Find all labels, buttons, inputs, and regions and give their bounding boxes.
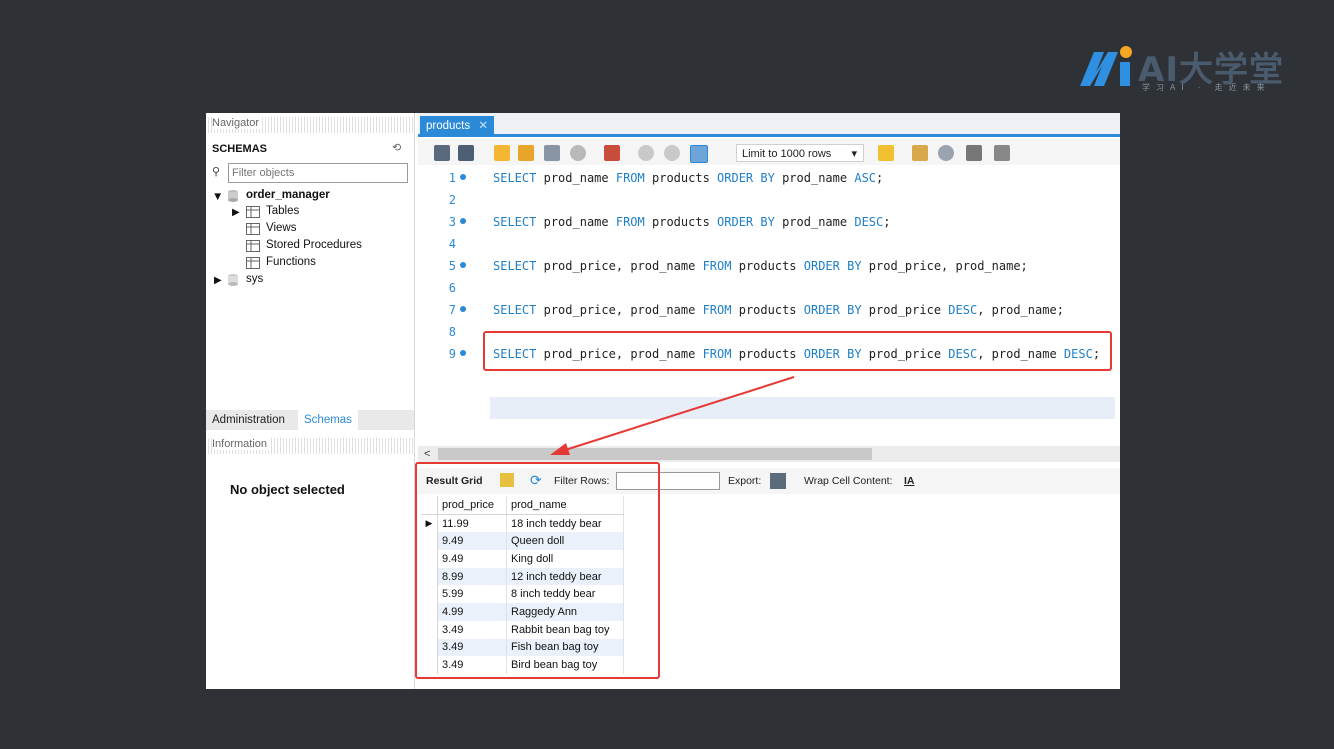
workbench-screenshot: Navigator SCHEMAS ⟲ ⚲ ▼ order_manager ▶ … <box>206 113 1120 689</box>
statement-marker-icon <box>460 306 466 312</box>
navigator-header: Navigator <box>206 117 414 133</box>
no-object-selected-text: No object selected <box>230 482 345 497</box>
search-icon: ⚲ <box>212 166 221 178</box>
brand-logo: AI大学堂 学习AI · 走近未来 <box>1074 42 1294 94</box>
stop-icon[interactable] <box>570 145 586 161</box>
bookmark-icon[interactable] <box>878 145 894 161</box>
tree-item-views[interactable]: Views <box>266 222 296 234</box>
code-line[interactable]: 7 SELECT prod_price, prod_name FROM produ… <box>418 300 1120 320</box>
close-icon[interactable]: ✕ <box>478 120 488 132</box>
export-icon[interactable] <box>770 473 786 489</box>
highlight-result-box <box>415 462 660 679</box>
line-number: 7 <box>448 303 456 317</box>
filter-objects-input[interactable] <box>228 163 408 183</box>
highlight-query-box <box>483 331 1112 371</box>
rollback-icon[interactable] <box>664 145 680 161</box>
logo-mark-icon <box>1080 46 1132 86</box>
commit-icon[interactable] <box>638 145 654 161</box>
toggle-error-icon[interactable] <box>604 145 620 161</box>
code-text: SELECT prod_price, prod_name FROM produc… <box>493 259 1028 273</box>
autocommit-icon[interactable] <box>690 145 708 163</box>
wrap-lines-icon[interactable] <box>994 145 1010 161</box>
tree-item-functions[interactable]: Functions <box>266 256 316 268</box>
find-icon[interactable] <box>938 145 954 161</box>
procedure-icon <box>246 240 260 252</box>
statement-marker-icon <box>460 262 466 268</box>
code-line[interactable]: 1 SELECT prod_name FROM products ORDER BY… <box>418 168 1120 188</box>
function-icon <box>246 257 260 269</box>
database-icon <box>226 189 240 203</box>
statement-marker-icon <box>460 174 466 180</box>
navigator-panel: Navigator SCHEMAS ⟲ ⚲ ▼ order_manager ▶ … <box>206 113 415 689</box>
line-number: 8 <box>448 325 456 339</box>
line-number: 9 <box>448 347 456 361</box>
export-label: Export: <box>728 475 762 487</box>
dropdown-arrow-icon: ▾ <box>851 148 857 160</box>
logo-tagline: 学习AI · 走近未来 <box>1142 83 1271 92</box>
editor-tab-bar: products ✕ <box>418 113 1120 137</box>
wrap-cell-label: Wrap Cell Content: <box>804 475 893 487</box>
tab-products-label: products <box>426 120 471 132</box>
scroll-left-icon[interactable]: < <box>424 446 430 462</box>
expand-arrow-icon[interactable]: ▼ <box>212 191 223 203</box>
code-line[interactable]: 6 <box>418 278 1120 298</box>
tree-db-sys[interactable]: sys <box>246 273 263 285</box>
execute-icon[interactable] <box>494 145 510 161</box>
code-text: SELECT prod_name FROM products ORDER BY … <box>493 171 884 185</box>
explain-icon[interactable] <box>544 145 560 161</box>
tree-item-stored-procedures[interactable]: Stored Procedures <box>266 239 362 251</box>
schemas-title: SCHEMAS <box>212 143 268 155</box>
expand-arrow-icon[interactable]: ▶ <box>214 275 222 286</box>
wrap-cell-icon[interactable]: IA <box>904 475 915 487</box>
code-line[interactable]: 4 <box>418 234 1120 254</box>
tab-products[interactable]: products ✕ <box>420 116 494 137</box>
refresh-icon[interactable]: ⟲ <box>392 141 401 154</box>
expand-arrow-icon[interactable]: ▶ <box>232 207 240 218</box>
code-text: SELECT prod_price, prod_name FROM produc… <box>493 303 1064 317</box>
tab-administration[interactable]: Administration <box>206 410 291 430</box>
information-header: Information <box>206 438 414 454</box>
limit-rows-select[interactable]: Limit to 1000 rows ▾ <box>736 144 864 162</box>
editor-toolbar: Limit to 1000 rows ▾ <box>418 139 1120 165</box>
line-number: 3 <box>448 215 456 229</box>
line-number: 1 <box>448 171 456 185</box>
open-folder-icon[interactable] <box>434 145 450 161</box>
line-number: 6 <box>448 281 456 295</box>
save-icon[interactable] <box>458 145 474 161</box>
tree-db-order-manager[interactable]: order_manager <box>246 189 330 201</box>
code-text: SELECT prod_name FROM products ORDER BY … <box>493 215 891 229</box>
statement-marker-icon <box>460 218 466 224</box>
beautify-icon[interactable] <box>912 145 928 161</box>
navigator-tabs: Administration Schemas <box>206 410 414 430</box>
annotation-arrow-icon <box>550 376 795 455</box>
tree-item-tables[interactable]: Tables <box>266 205 299 217</box>
code-line[interactable]: 5 SELECT prod_price, prod_name FROM produ… <box>418 256 1120 276</box>
tab-schemas[interactable]: Schemas <box>298 410 358 430</box>
invisible-chars-icon[interactable] <box>966 145 982 161</box>
line-number: 4 <box>448 237 456 251</box>
table-icon <box>246 206 260 218</box>
view-icon <box>246 223 260 235</box>
execute-current-icon[interactable] <box>518 145 534 161</box>
database-icon <box>226 273 240 287</box>
line-number: 5 <box>448 259 456 273</box>
line-number: 2 <box>448 193 456 207</box>
code-line[interactable]: 3 SELECT prod_name FROM products ORDER BY… <box>418 212 1120 232</box>
statement-marker-icon <box>460 350 466 356</box>
code-line[interactable]: 2 <box>418 190 1120 210</box>
